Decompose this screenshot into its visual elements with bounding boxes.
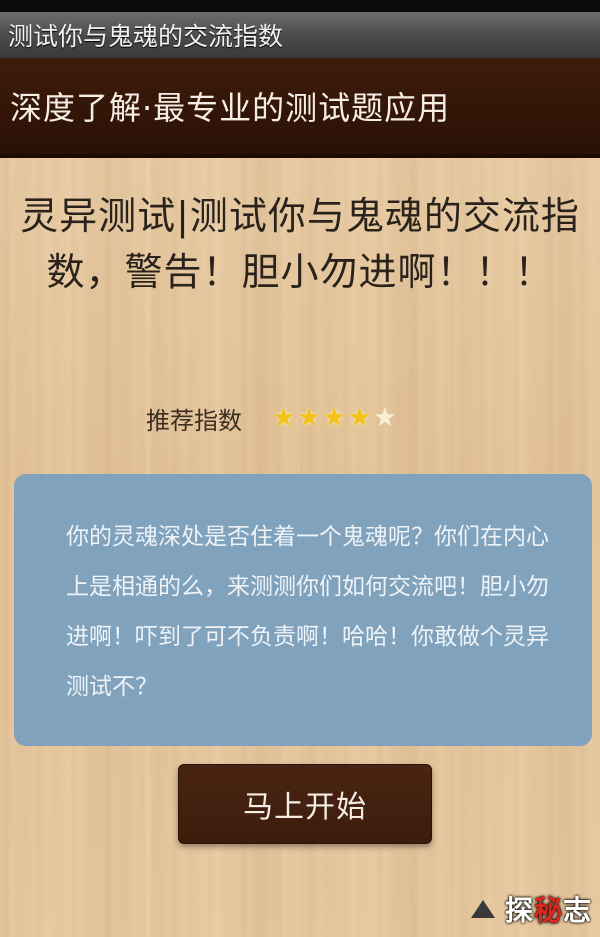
watermark-text-part2: 秘 [533,894,563,927]
watermark-logo: 探秘志 [469,889,592,929]
star-filled-icon: ★ [322,403,346,433]
recommendation-rating: 推荐指数 ★ ★ ★ ★ ★ [146,396,397,440]
watermark-text-part1: 探 [504,894,534,927]
banner-text: 深度了解·最专业的测试题应用 [10,89,451,127]
star-filled-icon: ★ [272,403,296,433]
watermark-text-part3: 志 [562,894,592,927]
page-headline: 灵异测试|测试你与鬼魂的交流指数，警告！胆小勿进啊！！！ [20,194,580,294]
window-title: 测试你与鬼魂的交流指数 [8,22,284,51]
app-screen: 测试你与鬼魂的交流指数 深度了解·最专业的测试题应用 灵异测试|测试你与鬼魂的交… [0,0,600,937]
description-card: 你的灵魂深处是否住着一个鬼魂呢？你们在内心上是相通的么，来测测你们如何交流吧！胆… [14,474,592,746]
star-filled-icon: ★ [347,403,372,433]
app-banner: 深度了解·最专业的测试题应用 [0,58,600,158]
star-empty-icon: ★ [373,403,397,433]
rating-label: 推荐指数 [146,406,242,435]
title-bar: 测试你与鬼魂的交流指数 [0,12,600,58]
star-filled-icon: ★ [297,403,321,433]
description-text: 你的灵魂深处是否住着一个鬼魂呢？你们在内心上是相通的么，来测测你们如何交流吧！胆… [66,524,549,700]
watermark-text: 探秘志 [505,889,592,929]
start-button-label: 马上开始 [243,790,367,825]
status-bar [0,0,600,12]
mountain-icon [469,898,499,920]
start-button[interactable]: 马上开始 [178,764,432,844]
rating-stars: ★ ★ ★ ★ ★ [272,405,397,431]
